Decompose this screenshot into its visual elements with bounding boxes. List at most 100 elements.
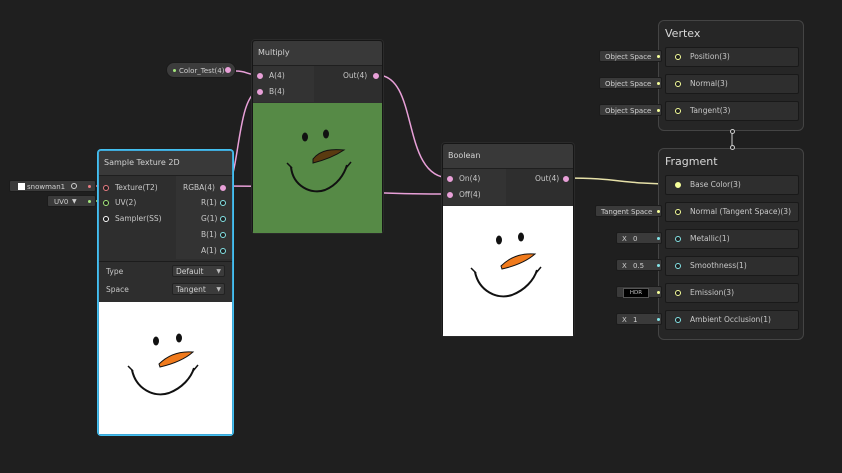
smoothness-port[interactable] — [675, 263, 681, 269]
color-test-output-port[interactable] — [225, 67, 231, 73]
boolean-node[interactable]: Boolean On(4) Off(4) Out(4) — [442, 143, 574, 336]
multiply-a-port[interactable] — [257, 73, 263, 79]
smoothness-value: 0.5 — [633, 262, 645, 270]
g-output-label: G(1) — [201, 214, 218, 223]
uv-field-value: UV0 — [54, 198, 69, 206]
fragment-slot-metallic[interactable]: Metallic(1) — [665, 229, 799, 249]
boolean-input-on[interactable]: On(4) — [447, 172, 505, 186]
normal-space-field[interactable]: Object Space — [599, 77, 662, 89]
boolean-preview — [443, 206, 573, 336]
ambient-occlusion-value-field[interactable]: X 1 — [616, 313, 662, 325]
normal-port[interactable] — [675, 81, 681, 87]
emission-hdr-field[interactable]: HDR — [616, 286, 662, 298]
uv-input-label: UV(2) — [115, 198, 137, 207]
texture-asset-field[interactable]: snowman1 — [9, 180, 96, 192]
position-space-field[interactable]: Object Space — [599, 50, 662, 62]
multiply-input-b[interactable]: B(4) — [257, 85, 315, 99]
metallic-value-field[interactable]: X 0 — [616, 232, 662, 244]
multiply-preview — [253, 103, 382, 233]
metallic-port[interactable] — [675, 236, 681, 242]
boolean-output-out[interactable]: Out(4) — [535, 172, 573, 186]
fragment-slot-smoothness[interactable]: Smoothness(1) — [665, 256, 799, 276]
position-field-connector — [657, 55, 660, 58]
texture-thumbnail-icon — [18, 183, 25, 190]
boolean-out-port[interactable] — [563, 176, 569, 182]
fragment-title: Fragment — [665, 155, 718, 168]
ambient-occlusion-field-connector — [657, 318, 660, 321]
sample-texture-input-sampler[interactable]: Sampler(SS) — [103, 212, 173, 226]
space-label: Space — [106, 285, 129, 294]
color-test-label: Color_Test(4) — [179, 67, 225, 75]
normal-tangent-space-value: Tangent Space — [601, 208, 653, 216]
fragment-slot-base-color[interactable]: Base Color(3) — [665, 175, 799, 195]
boolean-input-off[interactable]: Off(4) — [447, 188, 505, 202]
texture-input-label: Texture(T2) — [115, 183, 158, 192]
fragment-stack-connector — [730, 145, 735, 150]
multiply-out-label: Out(4) — [343, 71, 368, 80]
r-output-port[interactable] — [220, 200, 226, 206]
boolean-on-label: On(4) — [459, 174, 481, 183]
fragment-slot-normal[interactable]: Normal (Tangent Space)(3) — [665, 202, 799, 222]
texture-input-port[interactable] — [103, 185, 109, 191]
base-color-label: Base Color(3) — [690, 180, 741, 189]
tangent-port[interactable] — [675, 108, 681, 114]
object-picker-icon[interactable] — [71, 183, 77, 189]
normal-tangent-space-field[interactable]: Tangent Space — [595, 205, 662, 217]
sample-texture-output-g[interactable]: G(1) — [183, 212, 231, 226]
vertex-slot-position[interactable]: Position(3) — [665, 47, 799, 67]
multiply-output-out[interactable]: Out(4) — [343, 69, 383, 83]
multiply-out-port[interactable] — [373, 73, 379, 79]
fragment-slot-emission[interactable]: Emission(3) — [665, 283, 799, 303]
emission-port[interactable] — [675, 290, 681, 296]
space-dropdown[interactable]: Tangent ▼ — [172, 283, 225, 295]
multiply-b-port[interactable] — [257, 89, 263, 95]
boolean-off-port[interactable] — [447, 192, 453, 198]
ambient-occlusion-port[interactable] — [675, 317, 681, 323]
multiply-input-a[interactable]: A(4) — [257, 69, 315, 83]
vertex-context-block[interactable]: Vertex Position(3) Normal(3) Tangent(3) — [658, 20, 804, 131]
sampler-input-label: Sampler(SS) — [115, 214, 162, 223]
position-port[interactable] — [675, 54, 681, 60]
tangent-field-connector — [657, 109, 660, 112]
rgba-output-port[interactable] — [220, 185, 226, 191]
sampler-input-port[interactable] — [103, 216, 109, 222]
b-output-port[interactable] — [220, 232, 226, 238]
type-dropdown-value: Default — [176, 267, 204, 276]
sample-texture-input-uv[interactable]: UV(2) — [103, 196, 173, 210]
vertex-title: Vertex — [665, 27, 701, 40]
uv-channel-field[interactable]: UV0 ▼ — [47, 195, 96, 207]
ambient-occlusion-value: 1 — [633, 316, 638, 324]
b-output-label: B(1) — [201, 230, 217, 239]
type-dropdown[interactable]: Default ▼ — [172, 265, 225, 277]
wire-multiply-to-boolean-on — [376, 74, 451, 179]
sample-texture-output-b[interactable]: B(1) — [183, 228, 231, 242]
sample-texture-title: Sample Texture 2D — [99, 151, 232, 176]
color-test-property-node[interactable]: Color_Test(4) — [166, 62, 236, 78]
boolean-on-port[interactable] — [447, 176, 453, 182]
a-output-port[interactable] — [220, 248, 226, 254]
sample-texture-output-r[interactable]: R(1) — [183, 196, 231, 210]
uv-input-port[interactable] — [103, 200, 109, 206]
multiply-node[interactable]: Multiply A(4) B(4) Out(4) — [252, 40, 383, 233]
tangent-space-value: Object Space — [605, 107, 652, 115]
fragment-slot-ambient-occlusion[interactable]: Ambient Occlusion(1) — [665, 310, 799, 330]
property-indicator-dot — [173, 69, 176, 72]
emission-field-connector — [657, 291, 660, 294]
sample-texture-output-rgba[interactable]: RGBA(4) — [183, 181, 231, 195]
tangent-space-field[interactable]: Object Space — [599, 104, 662, 116]
sample-texture-2d-node[interactable]: Sample Texture 2D Texture(T2) UV(2) Samp… — [98, 150, 233, 435]
vertex-slot-normal[interactable]: Normal(3) — [665, 74, 799, 94]
base-color-port[interactable] — [675, 182, 681, 188]
g-output-port[interactable] — [220, 216, 226, 222]
smoothness-value-field[interactable]: X 0.5 — [616, 259, 662, 271]
sample-texture-preview — [99, 302, 232, 434]
normal-space-value: Object Space — [605, 80, 652, 88]
normal-ts-port[interactable] — [675, 209, 681, 215]
metallic-value: 0 — [633, 235, 638, 243]
fragment-context-block[interactable]: Fragment Base Color(3) Normal (Tangent S… — [658, 148, 804, 340]
vertex-slot-tangent[interactable]: Tangent(3) — [665, 101, 799, 121]
vertex-stack-connector — [730, 129, 735, 134]
sample-texture-input-texture[interactable]: Texture(T2) — [103, 181, 173, 195]
sample-texture-output-a[interactable]: A(1) — [183, 244, 231, 258]
hdr-color-swatch[interactable]: HDR — [623, 288, 649, 298]
